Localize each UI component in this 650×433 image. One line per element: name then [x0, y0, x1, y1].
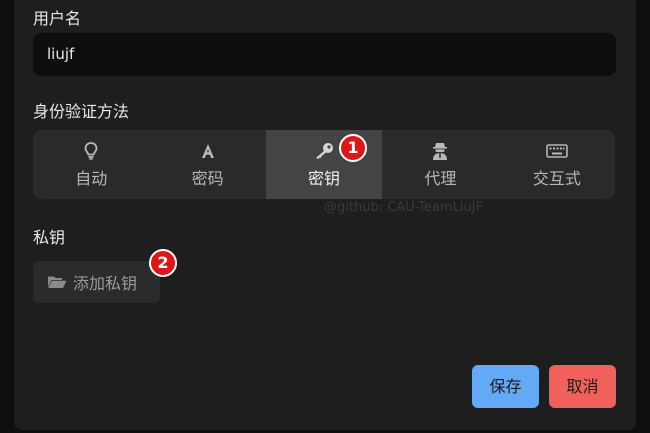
auth-option-auto[interactable]: 自动 — [33, 130, 149, 199]
cancel-button[interactable]: 取消 — [549, 365, 616, 408]
auth-option-password-label: 密码 — [191, 168, 224, 188]
folder-open-icon — [48, 276, 67, 288]
auth-option-interactive[interactable]: 交互式 — [499, 130, 615, 199]
add-private-key-label: 添加私钥 — [73, 274, 138, 293]
user-secret-icon — [431, 141, 449, 161]
auth-method-selector: 自动 密码 密钥 代理 交互式 — [33, 130, 615, 199]
annotation-badge-1: 1 — [339, 134, 367, 162]
save-button[interactable]: 保存 — [472, 365, 539, 408]
auth-option-password[interactable]: 密码 — [149, 130, 265, 199]
auth-option-key-label: 密钥 — [308, 168, 341, 188]
auth-option-interactive-label: 交互式 — [532, 168, 581, 188]
lightbulb-icon — [84, 141, 98, 161]
auth-option-agent-label: 代理 — [424, 168, 457, 188]
private-key-label: 私钥 — [33, 228, 66, 247]
auth-option-agent[interactable]: 代理 — [382, 130, 498, 199]
letter-a-icon — [200, 141, 216, 161]
username-input[interactable]: liujf — [33, 33, 616, 76]
username-label: 用户名 — [33, 9, 82, 28]
watermark-text: @github: CAU-TeamLiuJF — [324, 200, 483, 215]
key-icon — [314, 141, 334, 161]
add-private-key-button[interactable]: 添加私钥 — [33, 261, 160, 303]
auth-option-auto-label: 自动 — [75, 168, 108, 188]
annotation-badge-2: 2 — [149, 249, 177, 277]
keyboard-icon — [546, 141, 568, 161]
auth-method-label: 身份验证方法 — [33, 102, 130, 121]
